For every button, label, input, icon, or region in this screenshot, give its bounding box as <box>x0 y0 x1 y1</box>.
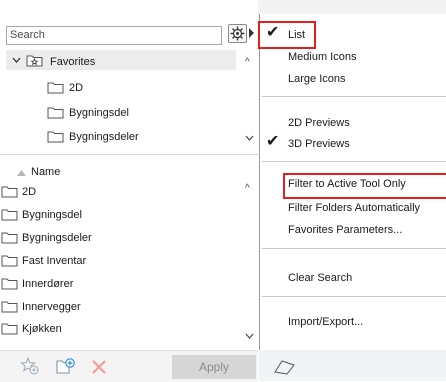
menu-item-3d-previews[interactable]: 3D Previews <box>288 138 350 150</box>
menu-separator <box>262 161 446 162</box>
list-item[interactable]: Innervegger <box>22 301 81 313</box>
folder-icon <box>47 131 64 143</box>
menu-item-large-icons[interactable]: Large Icons <box>288 73 345 85</box>
list-item[interactable]: Innerdører <box>22 278 73 290</box>
tree-item-2d[interactable]: 2D <box>69 82 83 94</box>
folder-icon <box>1 232 18 244</box>
list-item[interactable]: Bygningsdeler <box>22 232 92 244</box>
list-item[interactable]: 2D <box>22 186 36 198</box>
folder-icon <box>1 255 18 267</box>
menu-item-favorites-parameters[interactable]: Favorites Parameters... <box>288 224 402 236</box>
check-icon: ✔ <box>266 133 280 150</box>
menu-item-filter-active-tool[interactable]: Filter to Active Tool Only <box>288 178 406 190</box>
menu-separator <box>262 96 446 97</box>
chevron-down-icon[interactable] <box>12 57 21 64</box>
menu-separator <box>262 296 446 297</box>
new-folder-icon[interactable] <box>55 356 77 376</box>
folder-icon <box>1 186 18 198</box>
menu-item-clear-search[interactable]: Clear Search <box>288 272 352 284</box>
sort-ascending-icon <box>17 170 26 176</box>
star-folder-icon <box>26 55 43 67</box>
menu-item-filter-folders[interactable]: Filter Folders Automatically <box>288 202 420 214</box>
settings-button[interactable] <box>228 24 247 43</box>
menu-item-medium-icons[interactable]: Medium Icons <box>288 51 356 63</box>
favorites-label: Favorites <box>50 56 96 68</box>
folder-icon <box>1 323 18 335</box>
apply-button[interactable]: Apply <box>172 355 256 379</box>
check-icon: ✔ <box>266 24 280 41</box>
slab-tool-icon[interactable] <box>272 358 296 376</box>
tree-item-bygningsdel[interactable]: Bygningsdel <box>69 107 129 119</box>
folder-icon <box>47 82 64 94</box>
panel-divider <box>0 154 258 155</box>
menu-item-list[interactable]: List <box>288 29 305 41</box>
folder-icon <box>47 107 64 119</box>
list-item[interactable]: Fast Inventar <box>22 255 86 267</box>
scroll-down-icon[interactable] <box>245 135 254 142</box>
menu-item-import-export[interactable]: Import/Export... <box>288 316 363 328</box>
gear-icon <box>230 26 245 41</box>
tree-item-bygningsdeler[interactable]: Bygningsdeler <box>69 131 139 143</box>
list-scroll-up-icon[interactable]: ^ <box>245 183 250 194</box>
list-scroll-down-icon[interactable] <box>245 333 254 340</box>
menu-arrow-icon <box>249 28 254 38</box>
scroll-up-icon[interactable]: ^ <box>245 57 250 68</box>
menu-item-2d-previews[interactable]: 2D Previews <box>288 117 350 129</box>
folder-icon <box>1 209 18 221</box>
folder-icon <box>1 278 18 290</box>
list-header-name[interactable]: Name <box>31 166 60 178</box>
search-placeholder: Search <box>10 29 45 41</box>
delete-icon[interactable] <box>91 359 107 375</box>
folder-icon <box>1 301 18 313</box>
list-item[interactable]: Kjøkken <box>22 323 62 335</box>
menu-separator <box>262 248 446 249</box>
list-item[interactable]: Bygningsdel <box>22 209 82 221</box>
add-favorite-icon[interactable] <box>20 356 40 376</box>
